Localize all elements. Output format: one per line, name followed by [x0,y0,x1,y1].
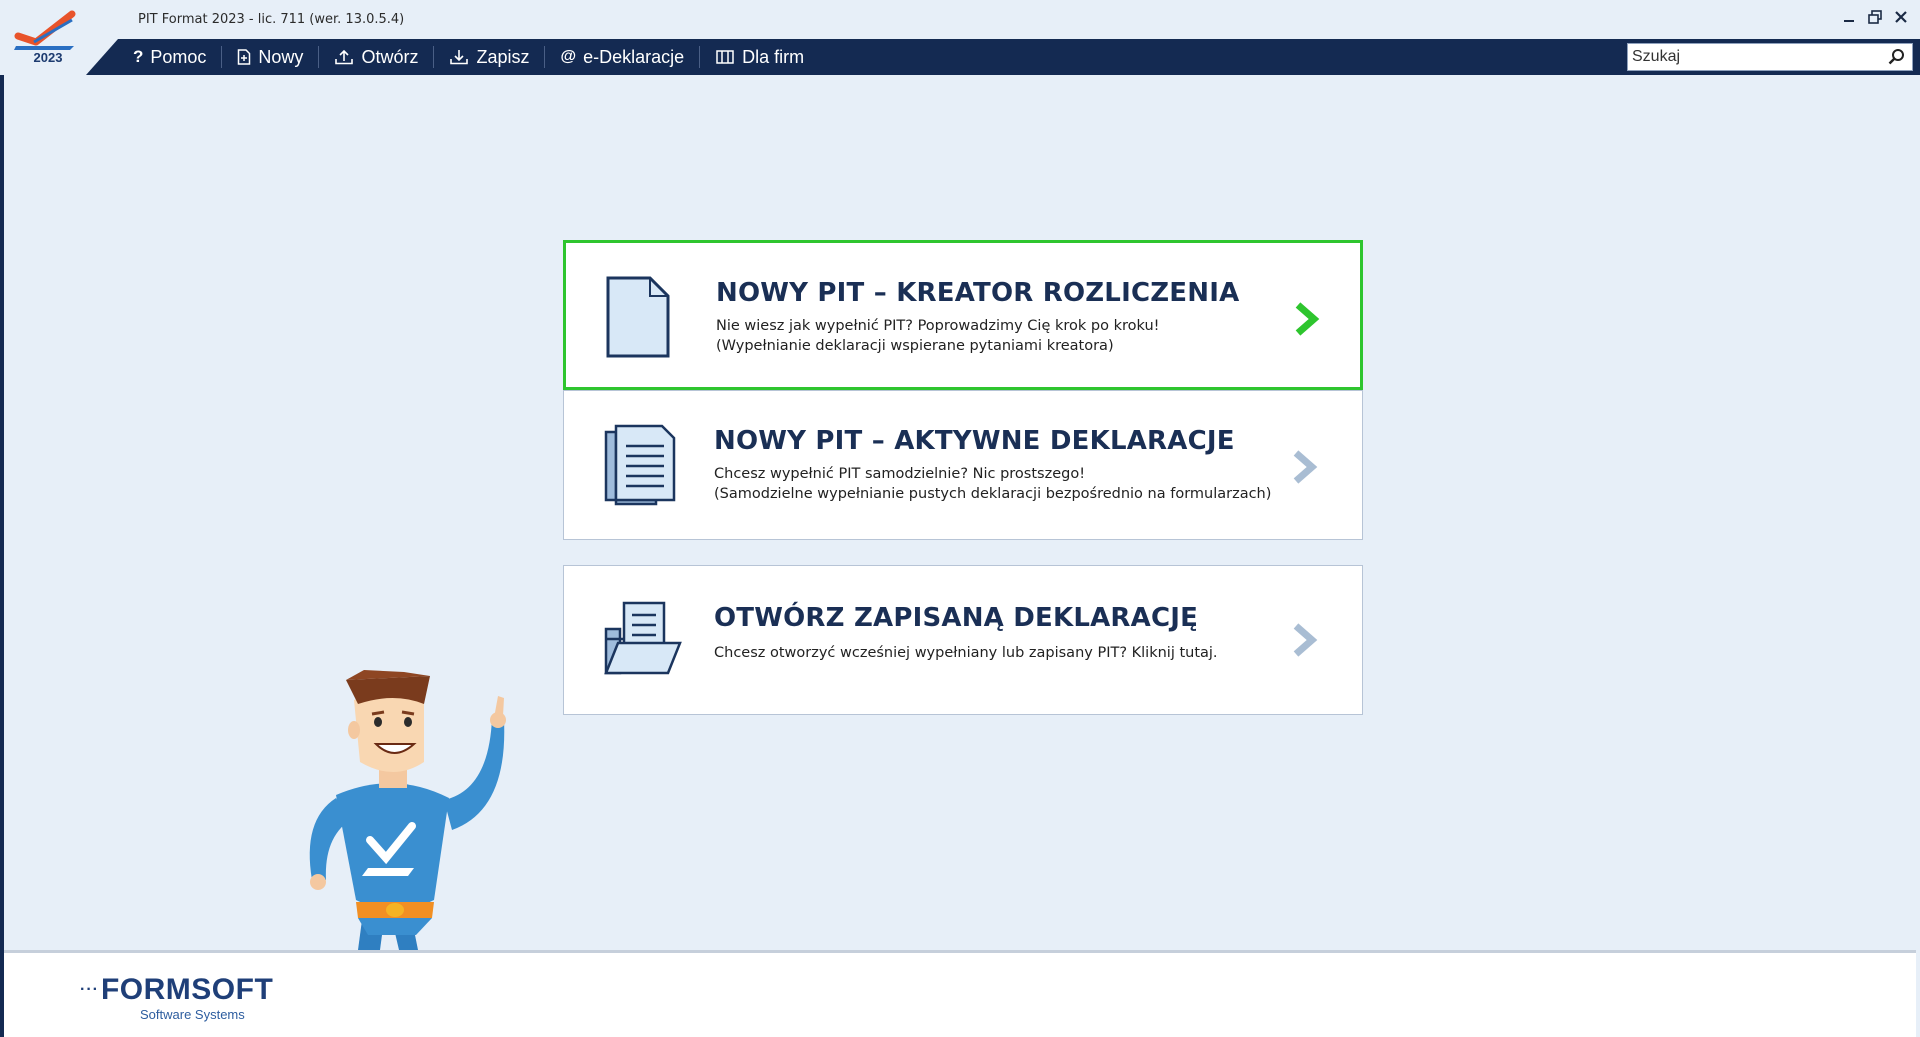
search-box [1627,43,1913,71]
documents-stack-icon [604,424,676,506]
window-title: PIT Format 2023 - lic. 711 (wer. 13.0.5.… [138,12,405,27]
close-icon [1895,11,1907,23]
minimize-button[interactable] [1838,6,1860,28]
card-new-pit-wizard[interactable]: NOWY PIT – KREATOR ROZLICZENIA Nie wiesz… [563,240,1363,390]
main-toolbar: ? Pomoc Nowy Otwórz Zapisz @ e-Deklaracj… [0,39,1920,75]
upload-icon [335,49,354,65]
document-icon [606,276,670,358]
nav-otworz-label: Otwórz [361,46,419,67]
card-open-saved-declaration[interactable]: OTWÓRZ ZAPISANĄ DEKLARACJĘ Chcesz otworz… [563,565,1363,715]
restore-button[interactable] [1864,6,1886,28]
search-icon[interactable] [1888,48,1906,66]
building-icon [716,50,734,64]
title-bar: PIT Format 2023 - lic. 711 (wer. 13.0.5.… [0,0,1920,39]
nav-edeklaracje-button[interactable]: @ e-Deklaracje [545,39,699,75]
restore-icon [1868,10,1882,24]
nav-edeklaracje-label: e-Deklaracje [583,46,685,67]
nav-pomoc-label: Pomoc [150,46,207,67]
open-folder-icon [604,601,682,675]
nav-zapisz-label: Zapisz [476,46,530,67]
card-description-line: Chcesz wypełnić PIT samodzielnie? Nic pr… [714,466,1086,482]
nav-zapisz-button[interactable]: Zapisz [434,39,544,75]
app-logo: 2023 [14,6,78,70]
brand-subtitle: Software Systems [140,1007,245,1022]
formsoft-logo: ··· FORMSOFT Software Systems [80,973,274,1023]
nav-dlafirm-label: Dla firm [742,46,805,67]
nav-pomoc-button[interactable]: ? Pomoc [118,39,221,75]
card-description-line: (Wypełnianie deklaracji wspierane pytani… [716,338,1114,354]
card-description-line: Nie wiesz jak wypełnić PIT? Poprowadzimy… [716,318,1160,334]
nav-nowy-button[interactable]: Nowy [222,39,318,75]
close-button[interactable] [1890,6,1912,28]
question-icon: ? [133,47,144,66]
brand-name: FORMSOFT [100,973,274,1006]
logo-dots-icon: ··· [80,981,99,998]
chevron-right-icon [1295,302,1320,336]
card-title: OTWÓRZ ZAPISANĄ DEKLARACJĘ [714,603,1199,633]
logo-year: 2023 [33,50,63,65]
card-description-line: Chcesz otworzyć wcześniej wypełniany lub… [714,645,1218,661]
start-panel: NOWY PIT – KREATOR ROZLICZENIA Nie wiesz… [4,75,1916,998]
nav-nowy-label: Nowy [258,46,304,67]
card-description-line: (Samodzielne wypełnianie pustych deklara… [714,486,1272,502]
nav-dlafirm-button[interactable]: Dla firm [700,39,819,75]
search-input[interactable] [1628,44,1886,70]
checkmark-logo-icon [14,10,76,50]
card-new-pit-active-forms[interactable]: NOWY PIT – AKTYWNE DEKLARACJE Chcesz wyp… [563,390,1363,540]
at-icon: @ [560,48,577,65]
minimize-icon [1844,20,1854,22]
chevron-right-icon [1293,450,1318,484]
download-icon [450,50,469,65]
new-document-icon [238,49,251,65]
card-title: NOWY PIT – KREATOR ROZLICZENIA [716,278,1240,308]
nav-otworz-button[interactable]: Otwórz [319,39,433,75]
footer: ··· FORMSOFT Software Systems [4,953,1916,1037]
card-title: NOWY PIT – AKTYWNE DEKLARACJE [714,426,1235,456]
chevron-right-icon [1293,623,1318,657]
